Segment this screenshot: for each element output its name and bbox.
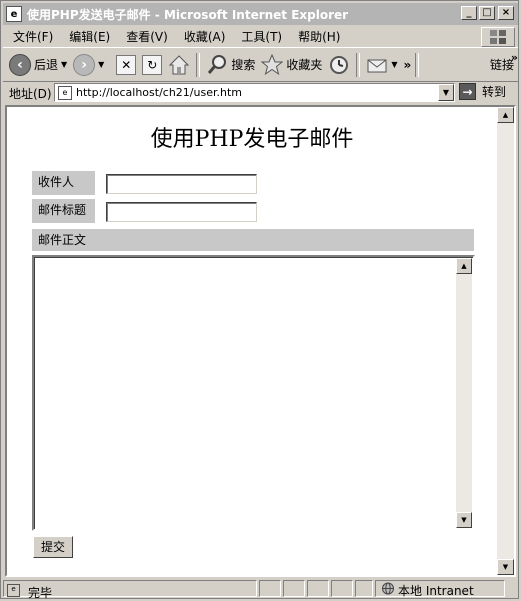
address-label: 地址(D) (9, 86, 52, 101)
address-bar: 地址(D) e http://localhost/ch21/user.htm ▼… (3, 82, 518, 104)
toolbar-overflow-chevron[interactable]: » (404, 58, 412, 72)
window-title: 使用PHP发送电子邮件 - Microsoft Internet Explore… (27, 7, 349, 22)
body-label: 邮件正文 (32, 229, 474, 251)
go-label: 转到 (482, 85, 507, 99)
search-label: 搜索 (231, 58, 256, 72)
menu-bar: 文件(F) 编辑(E) 查看(V) 收藏(A) 工具(T) 帮助(H) (3, 26, 518, 48)
browser-window: e 使用PHP发送电子邮件 - Microsoft Internet Explo… (0, 0, 519, 600)
ie-page-icon: e (58, 85, 72, 100)
toolbar-separator-2 (356, 52, 361, 77)
back-dropdown-icon[interactable]: ▼ (61, 60, 67, 69)
back-arrow-icon: ‹ (9, 53, 31, 76)
mail-dropdown-icon[interactable]: ▼ (391, 60, 397, 69)
mail-button[interactable]: ▼ (366, 54, 398, 76)
mail-icon (367, 59, 387, 72)
refresh-button[interactable]: ↻ (142, 54, 163, 75)
subject-label: 邮件标题 (32, 199, 95, 223)
page-heading: 使用PHP发电子邮件 (150, 127, 354, 152)
refresh-icon: ↻ (142, 54, 163, 75)
status-panel (283, 580, 305, 597)
toolbar-separator (196, 52, 201, 77)
status-panel (307, 580, 329, 597)
address-input[interactable]: e http://localhost/ch21/user.htm ▼ (54, 83, 455, 102)
search-button[interactable]: 搜索 (206, 54, 255, 76)
security-zone-label: 本地 Intranet (398, 584, 474, 598)
page-scrollbar[interactable]: ▲ ▼ (497, 107, 514, 575)
title-bar[interactable]: e 使用PHP发送电子邮件 - Microsoft Internet Explo… (3, 3, 518, 25)
toolbar-separator-3 (415, 52, 420, 77)
status-text: 完毕 (28, 586, 53, 600)
maximize-button[interactable]: □ (479, 6, 495, 20)
stop-icon: ✕ (116, 54, 137, 75)
stop-button[interactable]: ✕ (116, 54, 137, 75)
back-label: 后退 (34, 58, 59, 72)
standard-toolbar: ‹ 后退 ▼ › ▼ ✕ ↻ 搜索 收藏夹 ▼ » 链接 » (3, 48, 518, 82)
status-panel (331, 580, 353, 597)
intranet-icon (382, 582, 394, 595)
menu-favorites[interactable]: 收藏(A) (176, 28, 234, 45)
page-scroll-up-button[interactable]: ▲ (497, 107, 514, 123)
security-zone-panel[interactable]: 本地 Intranet (375, 580, 505, 598)
textarea-scrollbar[interactable]: ▲ ▼ (456, 258, 472, 528)
menu-edit[interactable]: 编辑(E) (61, 28, 118, 45)
ie-page-icon: e (6, 6, 22, 22)
favorites-label: 收藏夹 (286, 58, 323, 72)
forward-button[interactable]: › ▼ (73, 53, 104, 76)
page-scroll-down-button[interactable]: ▼ (497, 559, 514, 575)
body-textarea[interactable]: ▲ ▼ (32, 255, 475, 531)
status-panel (259, 580, 281, 597)
menu-file[interactable]: 文件(F) (3, 28, 61, 45)
menu-tools[interactable]: 工具(T) (233, 28, 290, 45)
history-button[interactable] (328, 54, 350, 76)
close-button[interactable]: × (498, 6, 514, 20)
forward-dropdown-icon[interactable]: ▼ (98, 60, 104, 69)
address-dropdown-button[interactable]: ▼ (438, 84, 454, 101)
address-url[interactable]: http://localhost/ch21/user.htm (76, 86, 242, 99)
menu-view[interactable]: 查看(V) (118, 28, 176, 45)
scroll-down-button[interactable]: ▼ (456, 512, 472, 528)
submit-button[interactable]: 提交 (33, 536, 73, 558)
search-icon (208, 54, 227, 74)
status-text-panel: e 完毕 (3, 580, 257, 600)
go-button[interactable]: → 转到 (459, 83, 506, 100)
go-arrow-icon: → (459, 83, 476, 100)
menu-help[interactable]: 帮助(H) (290, 28, 348, 45)
windows-logo-icon (481, 27, 515, 47)
home-icon (169, 54, 190, 74)
subject-input[interactable] (106, 202, 257, 222)
scroll-up-button[interactable]: ▲ (456, 258, 472, 274)
links-chevron[interactable]: » (511, 51, 518, 64)
status-panel (355, 580, 373, 597)
forward-arrow-icon: › (73, 53, 96, 76)
favorites-button[interactable]: 收藏夹 (261, 53, 323, 76)
favorites-star-icon (261, 53, 284, 75)
back-button[interactable]: ‹ 后退 ▼ (9, 53, 67, 76)
home-button[interactable] (168, 54, 190, 76)
page-viewport: 使用PHP发电子邮件 收件人 邮件标题 邮件正文 ▲ ▼ 提交 ▲ ▼ (5, 105, 516, 577)
status-bar: e 完毕 本地 Intranet (3, 579, 518, 600)
ie-page-icon: e (7, 584, 20, 597)
history-icon (330, 55, 349, 74)
minimize-button[interactable]: _ (461, 6, 477, 20)
window-controls: _ □ × (459, 6, 514, 20)
recipient-label: 收件人 (32, 171, 95, 195)
recipient-input[interactable] (106, 174, 257, 194)
